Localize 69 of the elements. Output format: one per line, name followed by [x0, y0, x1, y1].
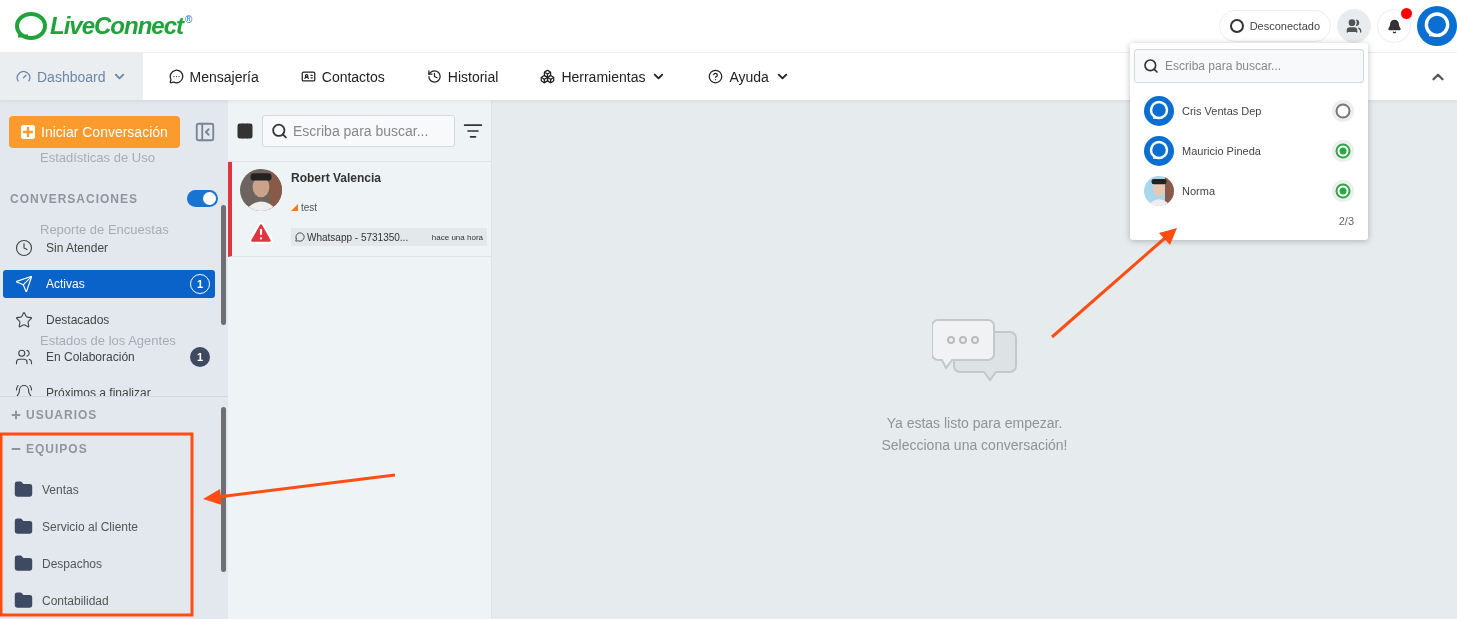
- agents-button[interactable]: [1337, 9, 1371, 43]
- user-avatar[interactable]: [1417, 6, 1457, 46]
- faded-menu-text: Estados de los Agentes: [39, 334, 176, 347]
- folder-icon: [14, 480, 33, 500]
- sidebar-item[interactable]: Activas 1: [3, 270, 215, 298]
- registered-mark: ®: [185, 14, 193, 25]
- status-radio[interactable]: [1335, 103, 1351, 119]
- search-icon: [271, 122, 288, 139]
- people-icon: [15, 348, 33, 366]
- search-field[interactable]: Escriba para buscar...: [262, 114, 455, 147]
- team-item[interactable]: Contabilidad: [0, 582, 218, 619]
- channel-label: Whatsapp - 5731350...: [307, 231, 409, 243]
- nav-tab[interactable]: Ayuda: [692, 53, 806, 100]
- outgoing-arrow-icon: [291, 204, 298, 211]
- faded-menu-text: Estadísticas de Uso: [39, 150, 155, 165]
- bell-icon: [1386, 18, 1402, 34]
- status-button[interactable]: Desconectado: [1218, 10, 1331, 42]
- page-count: 2/3: [1338, 215, 1354, 227]
- agent-name: Norma: [1182, 185, 1216, 197]
- sidebar-item[interactable]: Sin Atender: [3, 234, 215, 262]
- chat-bubble-icon: [168, 69, 184, 84]
- logo-avatar-icon: [1144, 96, 1174, 126]
- nav-tab[interactable]: Mensajería: [152, 53, 275, 100]
- columns-icon[interactable]: [236, 121, 254, 140]
- agent-name: Mauricio Pineda: [1182, 145, 1262, 157]
- logo-text: LiveConnect: [50, 12, 184, 40]
- chat-icon: [295, 232, 305, 242]
- conversation-card[interactable]: Robert Valencia test Whatsapp - 5731350... hace una hora: [228, 162, 491, 257]
- nav-tab[interactable]: Historial: [410, 53, 515, 100]
- empty-state-text: Ya estas listo para empezar.: [886, 414, 1063, 433]
- empty-state-text: Selecciona una conversación!: [881, 436, 1068, 455]
- status-radio[interactable]: [1335, 183, 1351, 199]
- panel-toggle-icon[interactable]: [194, 121, 216, 143]
- folder-icon: [14, 591, 33, 610]
- nav-tab[interactable]: Herramientas: [524, 53, 683, 100]
- star-icon: [15, 311, 33, 329]
- id-card-icon: [300, 69, 316, 84]
- team-item[interactable]: Ventas: [0, 471, 218, 509]
- sidebar-item[interactable]: Destacados: [3, 306, 215, 334]
- paper-plane-icon: [15, 275, 33, 293]
- search-icon: [1143, 58, 1159, 74]
- gauge-icon: [16, 69, 31, 84]
- plus-icon: [10, 408, 22, 421]
- help-icon: [708, 69, 724, 84]
- team-item[interactable]: Servicio al Cliente: [0, 508, 218, 546]
- status-radio[interactable]: [1335, 143, 1351, 159]
- folder-icon: [14, 554, 33, 574]
- folder-icon: [14, 517, 33, 537]
- conversations-toggle[interactable]: [187, 190, 218, 207]
- search-field[interactable]: Escriba para buscar...: [1134, 49, 1364, 83]
- agent-name: Cris Ventas Dep: [1182, 105, 1263, 117]
- people-icon: [1346, 18, 1362, 34]
- plus-icon: [21, 125, 35, 139]
- time-label: hace una hora: [431, 232, 483, 242]
- contact-name: Robert Valencia: [291, 171, 383, 185]
- section-title: CONVERSACIONES: [10, 191, 139, 206]
- logo-swoosh-icon: [14, 10, 48, 42]
- clock-icon: [15, 239, 33, 257]
- chat-bubbles-icon: [931, 318, 1018, 384]
- warning-icon: [248, 220, 274, 246]
- boxes-icon: [540, 69, 556, 84]
- nav-tab[interactable]: Contactos: [284, 53, 401, 100]
- history-icon: [426, 69, 442, 84]
- count-badge: 1: [190, 347, 210, 367]
- logo-avatar-icon: [1144, 136, 1174, 166]
- message-preview: test: [301, 202, 318, 213]
- notifications-button[interactable]: [1377, 9, 1411, 43]
- faded-menu-text: Reporte de Encuestas: [39, 223, 169, 236]
- team-item[interactable]: Despachos: [0, 545, 218, 583]
